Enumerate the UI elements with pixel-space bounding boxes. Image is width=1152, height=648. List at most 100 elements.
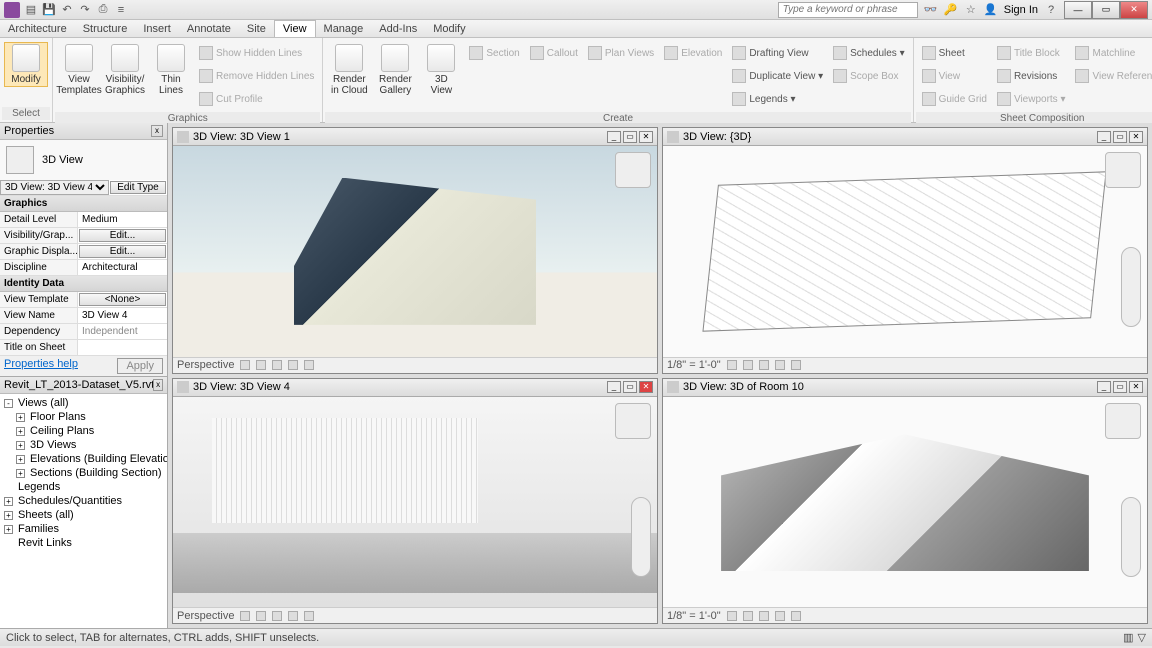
- navwheel-icon[interactable]: [1121, 247, 1141, 327]
- expand-icon[interactable]: -: [4, 399, 13, 408]
- view-selector[interactable]: 3D View: 3D View 4: [0, 180, 109, 195]
- tree-item[interactable]: - Views (all): [2, 396, 165, 410]
- visibility-graphics-button[interactable]: Visibility/Graphics: [103, 42, 147, 98]
- viewport-header[interactable]: 3D View: 3D View 1_▭✕: [173, 128, 657, 146]
- binoculars-icon[interactable]: 👓: [924, 3, 938, 17]
- edit-type-button[interactable]: Edit Type: [110, 181, 166, 194]
- tree-item[interactable]: + 3D Views: [2, 438, 165, 452]
- properties-help-link[interactable]: Properties help: [4, 358, 78, 374]
- vp-tool-icon[interactable]: [256, 611, 266, 621]
- tree-item[interactable]: + Floor Plans: [2, 410, 165, 424]
- user-icon[interactable]: 👤: [984, 3, 998, 17]
- prop-value[interactable]: Medium: [78, 212, 167, 227]
- vp-tool-icon[interactable]: [791, 360, 801, 370]
- vp-max-icon[interactable]: ▭: [623, 381, 637, 393]
- expand-icon[interactable]: +: [16, 469, 25, 478]
- expand-icon[interactable]: +: [16, 441, 25, 450]
- status-filter-icon[interactable]: ▽: [1138, 631, 1146, 644]
- viewport-canvas[interactable]: [173, 397, 657, 608]
- render-cloud-button[interactable]: Renderin Cloud: [327, 42, 371, 98]
- ribbon-revisions[interactable]: Revisions: [993, 65, 1070, 87]
- window-maximize-button[interactable]: ▭: [1092, 1, 1120, 19]
- expand-icon[interactable]: +: [16, 427, 25, 436]
- vp-tool-icon[interactable]: [240, 360, 250, 370]
- vp-max-icon[interactable]: ▭: [1113, 131, 1127, 143]
- ribbon-drafting-view[interactable]: Drafting View: [728, 42, 827, 64]
- ribbon-sheet[interactable]: Sheet: [918, 42, 991, 64]
- prop-value[interactable]: 3D View 4: [78, 308, 167, 323]
- vp-scale[interactable]: Perspective: [177, 359, 234, 371]
- menu-insert[interactable]: Insert: [135, 20, 179, 37]
- prop-edit-button[interactable]: Edit...: [79, 229, 166, 242]
- tree-item[interactable]: Legends: [2, 480, 165, 494]
- tree-item[interactable]: + Ceiling Plans: [2, 424, 165, 438]
- expand-icon[interactable]: +: [4, 497, 13, 506]
- vp-tool-icon[interactable]: [791, 611, 801, 621]
- menu-modify[interactable]: Modify: [425, 20, 473, 37]
- vp-tool-icon[interactable]: [272, 611, 282, 621]
- help-icon[interactable]: ?: [1044, 3, 1058, 17]
- menu-view[interactable]: View: [274, 20, 316, 37]
- tree-item[interactable]: + Sheets (all): [2, 508, 165, 522]
- menu-add-ins[interactable]: Add-Ins: [371, 20, 425, 37]
- menu-site[interactable]: Site: [239, 20, 274, 37]
- vp-tool-icon[interactable]: [759, 360, 769, 370]
- qat-open-icon[interactable]: ▤: [24, 3, 38, 17]
- vp-tool-icon[interactable]: [743, 360, 753, 370]
- thin-lines-button[interactable]: ThinLines: [149, 42, 193, 98]
- 3d-view-button[interactable]: 3DView: [419, 42, 463, 98]
- tree-item[interactable]: + Elevations (Building Elevation): [2, 452, 165, 466]
- vp-tool-icon[interactable]: [256, 360, 266, 370]
- menu-architecture[interactable]: Architecture: [0, 20, 75, 37]
- qat-redo-icon[interactable]: ↷: [78, 3, 92, 17]
- vp-tool-icon[interactable]: [759, 611, 769, 621]
- view-templates-button[interactable]: ViewTemplates: [57, 42, 101, 98]
- viewport-header[interactable]: 3D View: {3D}_▭✕: [663, 128, 1147, 146]
- vp-tool-icon[interactable]: [304, 360, 314, 370]
- vp-min-icon[interactable]: _: [1097, 381, 1111, 393]
- prop-value[interactable]: Architectural: [78, 260, 167, 275]
- star-icon[interactable]: ☆: [964, 3, 978, 17]
- viewport-header[interactable]: 3D View: 3D of Room 10_▭✕: [663, 379, 1147, 397]
- vp-tool-icon[interactable]: [304, 611, 314, 621]
- key-icon[interactable]: 🔑: [944, 3, 958, 17]
- navwheel-icon[interactable]: [1121, 497, 1141, 577]
- vp-min-icon[interactable]: _: [607, 131, 621, 143]
- vp-scale[interactable]: 1/8" = 1'-0": [667, 359, 721, 371]
- vp-min-icon[interactable]: _: [1097, 131, 1111, 143]
- ribbon-duplicate-view-[interactable]: Duplicate View ▾: [728, 65, 827, 87]
- properties-close-icon[interactable]: x: [151, 125, 163, 137]
- viewport-canvas[interactable]: [173, 146, 657, 357]
- window-minimize-button[interactable]: —: [1064, 1, 1092, 19]
- navcube-icon[interactable]: [615, 403, 651, 439]
- vp-close-icon[interactable]: ✕: [639, 381, 653, 393]
- prop-value[interactable]: [78, 340, 167, 355]
- vp-max-icon[interactable]: ▭: [1113, 381, 1127, 393]
- vp-tool-icon[interactable]: [288, 611, 298, 621]
- render-gallery-button[interactable]: RenderGallery: [373, 42, 417, 98]
- menu-manage[interactable]: Manage: [316, 20, 372, 37]
- menu-annotate[interactable]: Annotate: [179, 20, 239, 37]
- expand-icon[interactable]: +: [4, 511, 13, 520]
- viewport-canvas[interactable]: [663, 397, 1147, 608]
- status-icon[interactable]: ▥: [1123, 631, 1133, 644]
- tree-item[interactable]: + Schedules/Quantities: [2, 494, 165, 508]
- vp-tool-icon[interactable]: [288, 360, 298, 370]
- navcube-icon[interactable]: [1105, 403, 1141, 439]
- expand-icon[interactable]: +: [16, 455, 25, 464]
- expand-icon[interactable]: +: [4, 525, 13, 534]
- viewport-canvas[interactable]: [663, 146, 1147, 357]
- window-close-button[interactable]: ✕: [1120, 1, 1148, 19]
- expand-icon[interactable]: +: [16, 413, 25, 422]
- vp-tool-icon[interactable]: [272, 360, 282, 370]
- navwheel-icon[interactable]: [631, 497, 651, 577]
- search-input[interactable]: [778, 2, 918, 18]
- ribbon-schedules-[interactable]: Schedules ▾: [829, 42, 909, 64]
- vp-close-icon[interactable]: ✕: [639, 131, 653, 143]
- prop-edit-button[interactable]: <None>: [79, 293, 166, 306]
- menu-structure[interactable]: Structure: [75, 20, 136, 37]
- app-icon[interactable]: [4, 2, 20, 18]
- navcube-icon[interactable]: [1105, 152, 1141, 188]
- vp-tool-icon[interactable]: [727, 360, 737, 370]
- qat-save-icon[interactable]: 💾: [42, 3, 56, 17]
